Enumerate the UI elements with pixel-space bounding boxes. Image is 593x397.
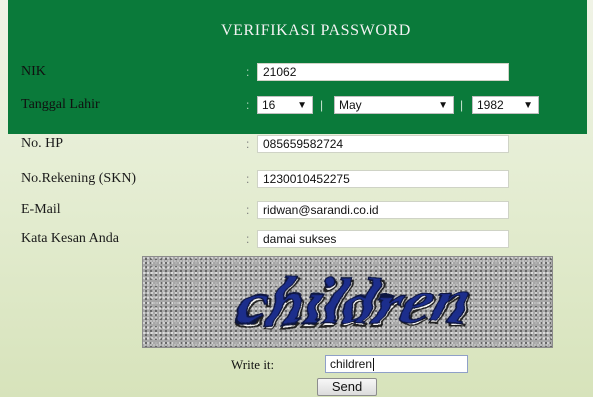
birth-month-select[interactable]: May ▼	[334, 96, 454, 114]
chevron-down-icon: ▼	[297, 100, 307, 111]
email-colon: :	[246, 203, 250, 217]
captcha-input-value: children	[330, 357, 373, 371]
captcha-graphic: children children	[227, 265, 485, 341]
email-label: E-Mail	[21, 202, 61, 217]
birth-year-value: 1982	[477, 98, 504, 112]
email-row: E-Mail : ridwan@sarandi.co.id	[0, 201, 593, 221]
impression-colon: :	[246, 232, 250, 246]
birth-date-label: Tanggal Lahir	[21, 97, 100, 112]
impression-label: Kata Kesan Anda	[21, 231, 119, 246]
nik-colon: :	[246, 65, 250, 79]
date-separator: |	[460, 98, 464, 112]
text-caret	[373, 358, 375, 372]
birth-date-colon: :	[246, 98, 250, 112]
phone-row: No. HP : 085659582724	[0, 135, 593, 155]
nik-field[interactable]: 21062	[257, 63, 509, 81]
form-title: VERIFIKASI PASSWORD	[221, 22, 411, 39]
birth-day-select[interactable]: 16 ▼	[257, 96, 313, 114]
impression-field[interactable]: damai sukses	[257, 230, 509, 248]
phone-label: No. HP	[21, 136, 64, 151]
captcha-image: children children	[142, 256, 553, 348]
chevron-down-icon: ▼	[438, 100, 448, 111]
account-colon: :	[246, 172, 250, 186]
send-button[interactable]: Send	[317, 378, 377, 396]
birth-day-value: 16	[262, 98, 276, 112]
birth-date-row: Tanggal Lahir : 16 ▼ | May ▼ | 1982 ▼	[0, 96, 593, 116]
account-row: No.Rekening (SKN) : 1230010452275	[0, 170, 593, 190]
phone-field[interactable]: 085659582724	[257, 135, 509, 153]
chevron-down-icon: ▼	[523, 100, 533, 111]
captcha-text: children	[228, 266, 483, 337]
impression-row: Kata Kesan Anda : damai sukses	[0, 230, 593, 250]
verification-form: VERIFIKASI PASSWORD NIK : 21062 Tanggal …	[0, 0, 593, 397]
captcha-input[interactable]: children	[325, 355, 468, 373]
birth-month-value: May	[339, 98, 362, 112]
birth-year-select[interactable]: 1982 ▼	[472, 96, 539, 114]
email-field[interactable]: ridwan@sarandi.co.id	[257, 201, 509, 219]
nik-row: NIK : 21062	[0, 63, 593, 83]
date-separator: |	[320, 98, 324, 112]
nik-label: NIK	[21, 64, 46, 79]
account-field[interactable]: 1230010452275	[257, 170, 509, 188]
phone-colon: :	[246, 137, 250, 151]
write-it-label: Write it:	[231, 357, 275, 372]
account-label: No.Rekening (SKN)	[21, 171, 137, 186]
